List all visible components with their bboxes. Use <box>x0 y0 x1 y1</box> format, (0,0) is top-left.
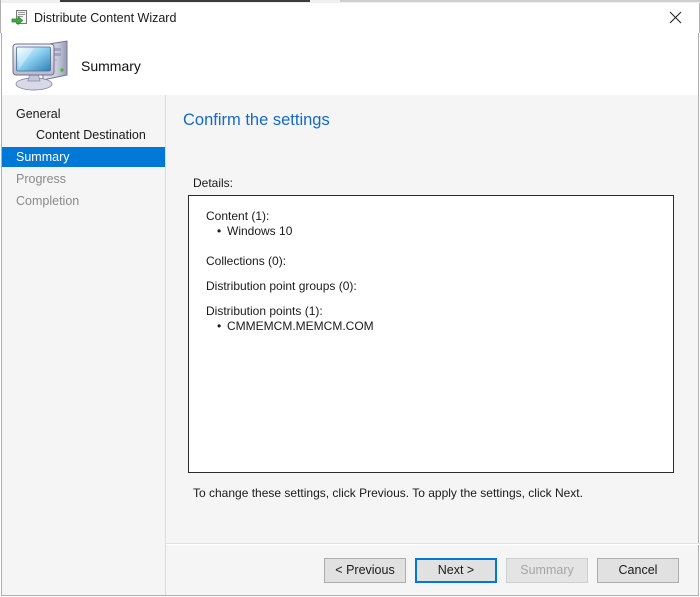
details-panel[interactable]: Content (1): Windows 10 Collections (0):… <box>188 195 674 473</box>
wizard-body: General Content Destination Summary Prog… <box>1 95 700 596</box>
detail-group-items: Windows 10 <box>206 224 292 239</box>
distribute-content-icon <box>11 10 28 27</box>
detail-group-distribution-points: Distribution points (1): CMMEMCM.MEMCM.C… <box>206 304 374 334</box>
wizard-banner: Summary <box>1 33 699 95</box>
detail-group-title: Content (1): <box>206 209 270 223</box>
wizard-button-bar: < Previous Next > Summary Cancel <box>166 544 700 596</box>
previous-button[interactable]: < Previous <box>324 558 406 583</box>
close-icon[interactable] <box>653 3 698 32</box>
detail-group-title: Collections (0): <box>206 254 287 268</box>
list-item: CMMEMCM.MEMCM.COM <box>217 319 374 334</box>
sidebar-item-completion[interactable]: Completion <box>2 191 165 211</box>
sidebar-item-progress[interactable]: Progress <box>2 169 165 189</box>
detail-group-collections: Collections (0): <box>206 254 286 269</box>
wizard-step-title: Summary <box>81 58 141 74</box>
detail-group-title: Distribution points (1): <box>206 304 323 318</box>
distribute-content-wizard-window: Distribute Content Wizard Summary Genera… <box>0 0 700 597</box>
next-button[interactable]: Next > <box>415 558 497 583</box>
wizard-step-list: General Content Destination Summary Prog… <box>2 95 165 595</box>
cancel-button[interactable]: Cancel <box>597 558 679 583</box>
detail-group-content: Content (1): Windows 10 <box>206 209 292 239</box>
title-bar: Distribute Content Wizard <box>0 3 700 33</box>
detail-group-title: Distribution point groups (0): <box>206 279 357 293</box>
background-edge-middle <box>60 0 310 2</box>
summary-button: Summary <box>506 558 588 583</box>
window-title: Distribute Content Wizard <box>34 11 177 25</box>
sidebar-item-content-destination[interactable]: Content Destination <box>2 125 165 145</box>
computer-icon <box>10 35 80 93</box>
background-edge-right <box>340 0 700 2</box>
wizard-content-pane: Confirm the settings Details: Content (1… <box>166 95 700 595</box>
detail-group-items: CMMEMCM.MEMCM.COM <box>206 319 374 334</box>
sidebar-item-general[interactable]: General <box>2 104 165 124</box>
details-label: Details: <box>193 176 234 190</box>
sidebar-item-summary[interactable]: Summary <box>2 147 165 167</box>
list-item: Windows 10 <box>217 224 292 239</box>
instruction-text: To change these settings, click Previous… <box>193 486 583 500</box>
detail-group-distribution-point-groups: Distribution point groups (0): <box>206 279 357 294</box>
page-title: Confirm the settings <box>183 111 330 129</box>
